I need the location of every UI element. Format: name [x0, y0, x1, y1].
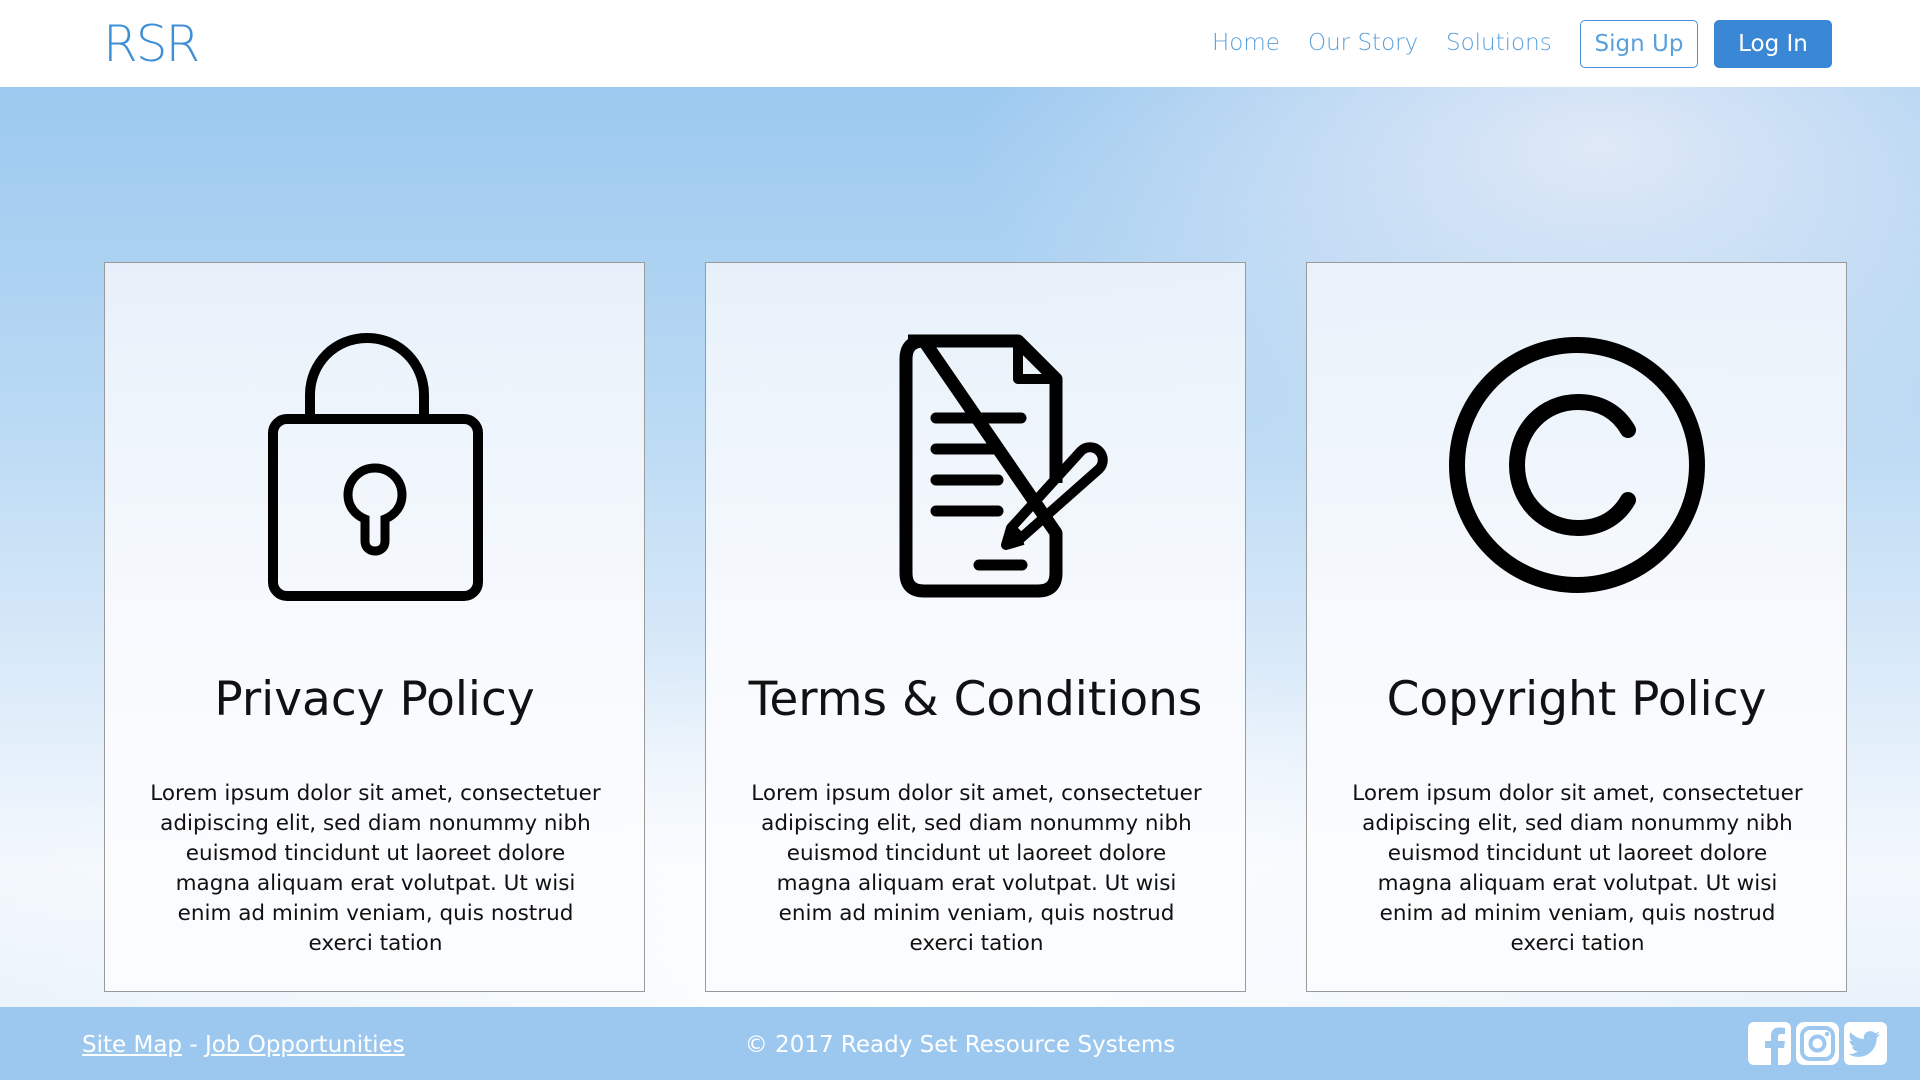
card-title: Terms & Conditions [748, 672, 1203, 727]
copyright-text: © 2017 Ready Set Resource Systems [744, 1032, 1176, 1058]
document-pen-icon [706, 333, 1245, 598]
terms-conditions-card[interactable]: Terms & Conditions Lorem ipsum dolor sit… [705, 262, 1246, 992]
facebook-icon[interactable] [1748, 1022, 1791, 1065]
twitter-icon[interactable] [1844, 1022, 1887, 1065]
card-text: Lorem ipsum dolor sit amet, consectetuer… [751, 781, 1202, 956]
copyright-icon [1307, 333, 1846, 593]
card-title: Privacy Policy [214, 672, 535, 727]
sign-up-button[interactable]: Sign Up [1580, 20, 1698, 68]
nav-home-link[interactable]: Home [1212, 27, 1280, 59]
log-in-button[interactable]: Log In [1714, 20, 1832, 68]
hero-background: Privacy Policy Lorem ipsum dolor sit ame… [0, 87, 1920, 1007]
footer: Site Map - Job Opportunities © 2017 Read… [0, 1007, 1920, 1080]
privacy-policy-card[interactable]: Privacy Policy Lorem ipsum dolor sit ame… [104, 262, 645, 992]
nav-solutions-link[interactable]: Solutions [1446, 27, 1552, 59]
card-text: Lorem ipsum dolor sit amet, consectetuer… [150, 781, 601, 956]
logo[interactable]: RSR [103, 14, 200, 74]
nav-our-story-link[interactable]: Our Story [1308, 27, 1418, 59]
copyright-policy-card[interactable]: Copyright Policy Lorem ipsum dolor sit a… [1306, 262, 1847, 992]
card-text: Lorem ipsum dolor sit amet, consectetuer… [1352, 781, 1803, 956]
instagram-icon[interactable] [1796, 1022, 1839, 1065]
top-navbar: RSR Home Our Story Solutions Sign Up Log… [0, 0, 1920, 87]
lock-icon [105, 333, 644, 601]
card-title: Copyright Policy [1386, 672, 1767, 727]
